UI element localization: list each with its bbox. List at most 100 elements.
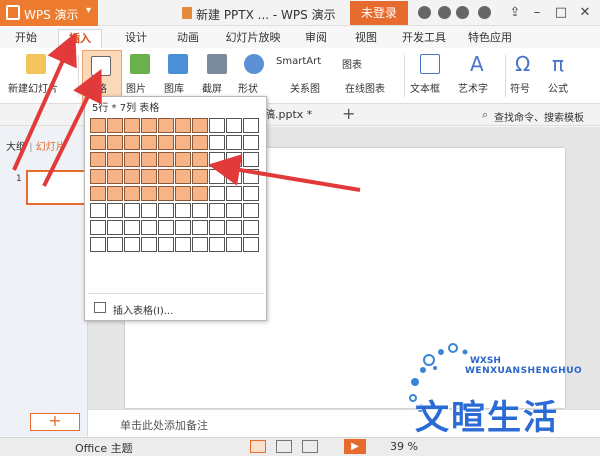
table-grid-cell[interactable] bbox=[141, 186, 157, 201]
table-grid-cell[interactable] bbox=[90, 118, 106, 133]
close-icon[interactable]: ✕ bbox=[575, 3, 595, 23]
skin-icon[interactable] bbox=[418, 6, 431, 19]
tab-home[interactable]: 开始 bbox=[6, 29, 46, 48]
table-grid-cell[interactable] bbox=[107, 118, 123, 133]
table-grid-cell[interactable] bbox=[192, 152, 208, 167]
table-grid-cell[interactable] bbox=[226, 135, 242, 150]
table-grid-cell[interactable] bbox=[226, 118, 242, 133]
table-grid-cell[interactable] bbox=[209, 237, 225, 252]
table-grid-cell[interactable] bbox=[158, 118, 174, 133]
table-grid-cell[interactable] bbox=[124, 203, 140, 218]
table-grid-cell[interactable] bbox=[158, 135, 174, 150]
table-grid-cell[interactable] bbox=[90, 186, 106, 201]
table-grid-cell[interactable] bbox=[243, 237, 259, 252]
table-grid-cell[interactable] bbox=[209, 203, 225, 218]
table-grid-cell[interactable] bbox=[141, 203, 157, 218]
table-grid-cell[interactable] bbox=[158, 220, 174, 235]
tab-review[interactable]: 审阅 bbox=[296, 29, 336, 48]
table-grid-cell[interactable] bbox=[243, 135, 259, 150]
table-grid-cell[interactable] bbox=[90, 220, 106, 235]
table-grid-cell[interactable] bbox=[158, 203, 174, 218]
table-grid-cell[interactable] bbox=[226, 169, 242, 184]
add-slide-button[interactable]: + bbox=[30, 413, 80, 431]
sorter-view-icon[interactable] bbox=[276, 440, 292, 453]
table-grid-cell[interactable] bbox=[90, 169, 106, 184]
table-grid-cell[interactable] bbox=[107, 152, 123, 167]
tab-animation[interactable]: 动画 bbox=[168, 29, 208, 48]
table-grid-cell[interactable] bbox=[243, 203, 259, 218]
app-menu-button[interactable]: WPS 演示 ▾ bbox=[0, 0, 98, 26]
table-grid-cell[interactable] bbox=[90, 152, 106, 167]
table-grid-cell[interactable] bbox=[243, 186, 259, 201]
table-grid-cell[interactable] bbox=[209, 186, 225, 201]
table-grid-cell[interactable] bbox=[209, 169, 225, 184]
tab-developer[interactable]: 开发工具 bbox=[396, 29, 452, 48]
table-grid-cell[interactable] bbox=[243, 169, 259, 184]
table-grid-cell[interactable] bbox=[141, 152, 157, 167]
table-grid-cell[interactable] bbox=[209, 152, 225, 167]
tab-view[interactable]: 视图 bbox=[346, 29, 386, 48]
table-grid-cell[interactable] bbox=[192, 169, 208, 184]
tab-design[interactable]: 设计 bbox=[116, 29, 156, 48]
gallery-button[interactable]: 图库 bbox=[164, 80, 184, 95]
table-grid-cell[interactable] bbox=[107, 169, 123, 184]
table-grid-cell[interactable] bbox=[158, 152, 174, 167]
table-grid-cell[interactable] bbox=[124, 152, 140, 167]
table-grid-cell[interactable] bbox=[158, 237, 174, 252]
table-grid-cell[interactable] bbox=[243, 118, 259, 133]
table-grid-cell[interactable] bbox=[192, 135, 208, 150]
minimize-icon[interactable]: – bbox=[527, 3, 547, 23]
table-grid-cell[interactable] bbox=[209, 135, 225, 150]
tab-outline[interactable]: 大纲 bbox=[6, 142, 26, 153]
table-grid-cell[interactable] bbox=[124, 118, 140, 133]
table-grid-cell[interactable] bbox=[107, 186, 123, 201]
table-grid-cell[interactable] bbox=[124, 220, 140, 235]
user-icon[interactable] bbox=[456, 6, 469, 19]
search-commands[interactable]: 查找命令、搜索模板 bbox=[494, 109, 584, 124]
table-grid-cell[interactable] bbox=[243, 220, 259, 235]
symbol-button[interactable]: 符号 bbox=[510, 80, 530, 95]
table-grid-cell[interactable] bbox=[226, 186, 242, 201]
table-grid-cell[interactable] bbox=[226, 237, 242, 252]
login-button[interactable]: 未登录 bbox=[350, 1, 408, 25]
table-grid-cell[interactable] bbox=[90, 135, 106, 150]
table-grid[interactable] bbox=[90, 118, 261, 287]
table-grid-cell[interactable] bbox=[209, 118, 225, 133]
table-grid-cell[interactable] bbox=[175, 135, 191, 150]
table-grid-cell[interactable] bbox=[124, 186, 140, 201]
settings-icon[interactable] bbox=[438, 6, 451, 19]
normal-view-icon[interactable] bbox=[250, 440, 266, 453]
table-grid-cell[interactable] bbox=[107, 220, 123, 235]
upload-icon[interactable]: ⇪ bbox=[505, 3, 525, 23]
table-grid-cell[interactable] bbox=[175, 169, 191, 184]
table-grid-cell[interactable] bbox=[124, 237, 140, 252]
slide-thumbnail[interactable] bbox=[26, 170, 86, 205]
table-grid-cell[interactable] bbox=[192, 118, 208, 133]
textbox-button[interactable]: 文本框 bbox=[410, 80, 440, 95]
table-grid-cell[interactable] bbox=[141, 237, 157, 252]
table-grid-cell[interactable] bbox=[141, 220, 157, 235]
table-grid-cell[interactable] bbox=[192, 220, 208, 235]
table-grid-cell[interactable] bbox=[175, 220, 191, 235]
table-grid-cell[interactable] bbox=[209, 220, 225, 235]
table-grid-cell[interactable] bbox=[192, 186, 208, 201]
table-grid-cell[interactable] bbox=[175, 152, 191, 167]
tab-slides[interactable]: 幻灯片 bbox=[36, 142, 66, 153]
table-grid-cell[interactable] bbox=[90, 237, 106, 252]
chart-button[interactable]: 图表 bbox=[342, 56, 362, 71]
online-chart-button[interactable]: 在线图表 bbox=[345, 80, 385, 95]
table-grid-cell[interactable] bbox=[158, 169, 174, 184]
document-tab[interactable]: 稿.pptx * bbox=[264, 106, 312, 122]
wordart-button[interactable]: 艺术字 bbox=[458, 80, 488, 95]
add-tab-icon[interactable]: + bbox=[342, 104, 355, 123]
table-grid-cell[interactable] bbox=[141, 169, 157, 184]
maximize-icon[interactable]: □ bbox=[551, 3, 571, 23]
table-grid-cell[interactable] bbox=[175, 203, 191, 218]
relation-button[interactable]: 关系图 bbox=[290, 80, 320, 95]
play-icon[interactable]: ▶ bbox=[344, 439, 366, 454]
table-grid-cell[interactable] bbox=[175, 118, 191, 133]
table-grid-cell[interactable] bbox=[226, 220, 242, 235]
tab-features[interactable]: 特色应用 bbox=[460, 29, 520, 48]
table-grid-cell[interactable] bbox=[192, 203, 208, 218]
table-grid-cell[interactable] bbox=[124, 135, 140, 150]
